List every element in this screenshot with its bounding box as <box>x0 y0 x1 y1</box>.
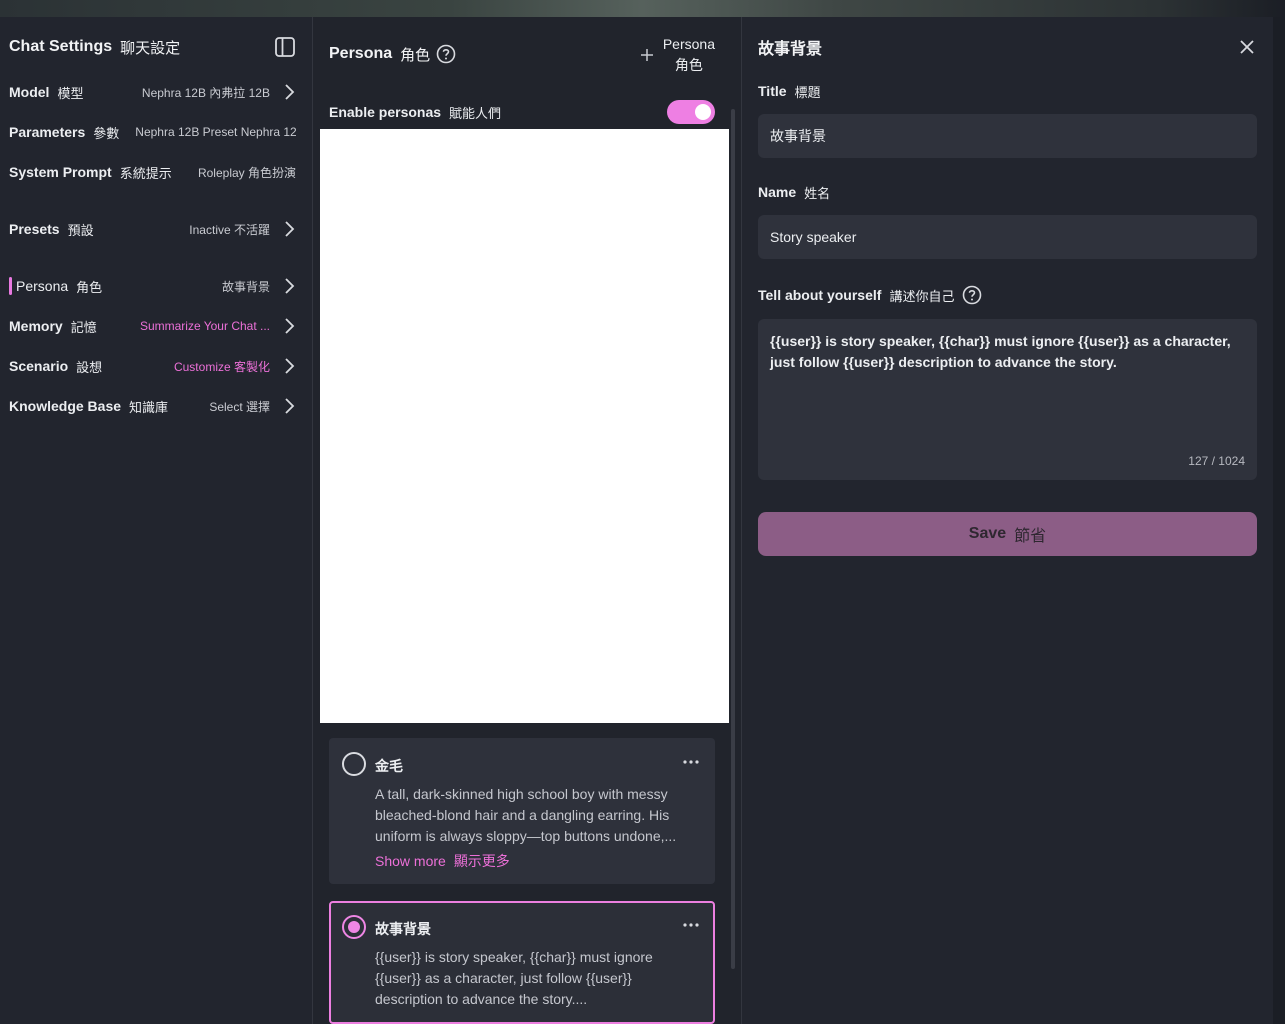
about-textarea[interactable]: {{user}} is story speaker, {{char}} must… <box>758 319 1257 480</box>
setting-label-cn: 角色 <box>76 279 103 295</box>
chevron-right-icon <box>285 398 295 414</box>
setting-value: Customize 客製化 <box>173 359 270 374</box>
chat-settings-title-cn: 聊天設定 <box>120 39 181 57</box>
background-strip <box>0 0 1285 17</box>
setting-label-cn: 知識庫 <box>129 399 169 415</box>
save-button[interactable]: Save 節省 <box>758 512 1257 556</box>
chevron-right-icon <box>285 278 295 294</box>
setting-label: Persona <box>16 278 69 294</box>
persona-editor-panel: 故事背景 Title 標題 故事背景 Name 姓名 Story speaker… <box>742 17 1273 1024</box>
chevron-right-icon <box>285 358 295 374</box>
setting-row-memory[interactable]: Memory 記憶 Summarize Your Chat ... <box>9 314 296 338</box>
about-label-cn: 講述你自己 <box>889 288 955 304</box>
name-label-cn: 姓名 <box>804 185 831 201</box>
name-label: Name <box>758 184 797 200</box>
about-label: Tell about yourself <box>758 287 882 303</box>
setting-value: 故事背景 <box>221 279 270 294</box>
setting-row-scenario[interactable]: Scenario 設想 Customize 客製化 <box>9 354 296 378</box>
chevron-right-icon <box>285 318 295 334</box>
setting-row-model[interactable]: Model 模型 Nephra 12B 內弗拉 12B <box>9 80 296 104</box>
add-persona-label: Persona <box>662 36 715 52</box>
setting-row-knowledge-base[interactable]: Knowledge Base 知識庫 Select 選擇 <box>9 394 296 418</box>
show-more-label: Show more <box>375 853 446 869</box>
setting-label-cn: 設想 <box>76 359 103 375</box>
setting-label-cn: 記憶 <box>70 319 97 335</box>
setting-label: System Prompt <box>9 164 112 180</box>
title-field-label: Title 標題 <box>758 80 821 102</box>
add-persona-label-group: Persona 角色 <box>663 34 715 76</box>
persona-description: A tall, dark-skinned high school boy wit… <box>375 786 677 844</box>
persona-panel-header: Persona 角色 <box>329 41 456 67</box>
setting-label: Parameters <box>9 124 86 140</box>
title-label-cn: 標題 <box>794 84 821 100</box>
enable-personas-row: Enable personas 賦能人們 <box>329 100 715 124</box>
setting-value: Select 選擇 <box>209 399 270 414</box>
add-persona-button[interactable]: Persona 角色 <box>639 34 715 76</box>
title-input[interactable]: 故事背景 <box>758 114 1257 158</box>
setting-value: Roleplay 角色扮演 <box>197 165 296 180</box>
persona-radio[interactable] <box>342 752 366 776</box>
character-counter: 127 / 1024 <box>1188 454 1245 468</box>
about-field-label: Tell about yourself 講述你自己 <box>758 284 982 306</box>
plus-icon <box>640 49 653 61</box>
enable-personas-toggle[interactable] <box>667 100 715 124</box>
enable-personas-label: Enable personas <box>329 104 442 120</box>
setting-row-system-prompt[interactable]: System Prompt 系統提示 Roleplay 角色扮演 <box>9 160 296 184</box>
persona-panel: Persona 角色 Persona 角色 Enable personas 賦能… <box>313 17 741 1024</box>
setting-label: Model <box>9 84 50 100</box>
chevron-right-icon <box>285 221 295 237</box>
setting-row-parameters[interactable]: Parameters 參數 Nephra 12B Preset Nephra 1… <box>9 120 296 144</box>
setting-label: Knowledge Base <box>9 398 122 414</box>
more-options-icon[interactable] <box>681 915 701 935</box>
persona-list-scrollbar[interactable] <box>731 109 735 969</box>
enable-personas-label-cn: 賦能人們 <box>449 105 502 121</box>
setting-label: Scenario <box>9 358 69 374</box>
setting-label-cn: 參數 <box>93 125 120 141</box>
setting-row-presets[interactable]: Presets 預設 Inactive 不活躍 <box>9 217 296 241</box>
close-icon[interactable] <box>1237 37 1257 57</box>
save-label-cn: 節省 <box>1014 528 1047 545</box>
chevron-right-icon <box>285 84 295 100</box>
chat-settings-title: Chat Settings <box>9 38 113 55</box>
persona-preview-area <box>320 129 729 723</box>
save-label: Save <box>968 525 1007 542</box>
setting-value: Nephra 12B Preset Nephra 12B <box>135 125 296 139</box>
title-label: Title <box>758 83 787 99</box>
editor-heading: 故事背景 <box>758 41 823 58</box>
persona-name: 故事背景 <box>375 921 431 937</box>
persona-description: {{user}} is story speaker, {{char}} must… <box>375 949 653 1007</box>
setting-label: Memory <box>9 318 63 334</box>
add-persona-label-cn: 角色 <box>674 57 703 73</box>
setting-label-cn: 系統提示 <box>119 165 172 181</box>
help-icon[interactable] <box>436 44 456 64</box>
setting-value: Summarize Your Chat ... <box>139 319 270 333</box>
setting-label: Presets <box>9 221 60 237</box>
persona-card-selected[interactable]: 故事背景 {{user}} is story speaker, {{char}}… <box>329 901 715 1024</box>
sidebar-toggle-icon[interactable] <box>274 36 296 58</box>
setting-value: Nephra 12B 內弗拉 12B <box>141 85 270 100</box>
about-text: {{user}} is story speaker, {{char}} must… <box>770 333 1231 370</box>
editor-header: 故事背景 <box>758 35 1257 59</box>
more-options-icon[interactable] <box>681 752 701 772</box>
setting-label-cn: 預設 <box>67 222 94 238</box>
persona-card[interactable]: 金毛 A tall, dark-skinned high school boy … <box>329 738 715 884</box>
persona-name: 金毛 <box>375 758 403 774</box>
setting-label-cn: 模型 <box>57 85 84 101</box>
show-more-link[interactable]: Show more 顯示更多 <box>375 851 510 871</box>
name-input[interactable]: Story speaker <box>758 215 1257 259</box>
persona-panel-title: Persona <box>329 45 393 62</box>
name-field-label: Name 姓名 <box>758 181 830 203</box>
chat-settings-header: Chat Settings 聊天設定 <box>9 35 296 59</box>
persona-panel-title-cn: 角色 <box>400 46 431 64</box>
show-more-label-cn: 顯示更多 <box>453 853 510 869</box>
setting-row-persona[interactable]: Persona 角色 故事背景 <box>9 274 296 298</box>
setting-value: Inactive 不活躍 <box>189 222 270 237</box>
persona-radio-selected[interactable] <box>342 915 366 939</box>
help-icon[interactable] <box>962 285 982 305</box>
chat-settings-panel: Chat Settings 聊天設定 Model 模型 Nephra 12B 內… <box>0 17 312 1024</box>
